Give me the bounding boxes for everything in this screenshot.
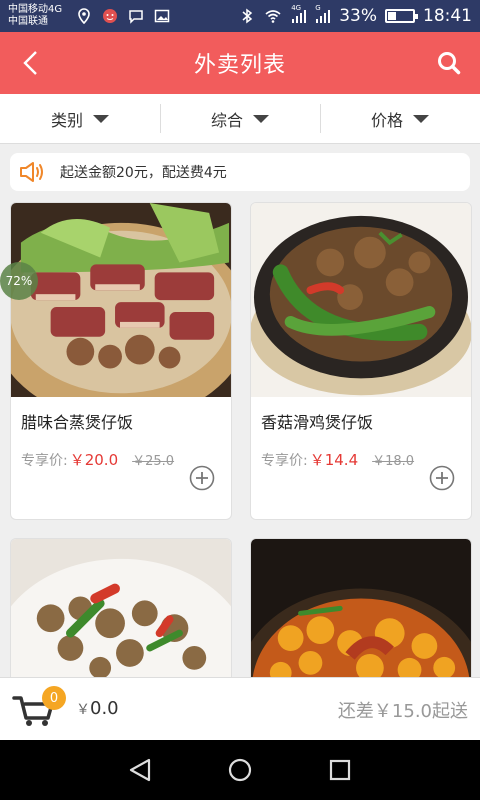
dish-image xyxy=(251,539,471,677)
battery-icon xyxy=(385,9,418,23)
filter-overall-label: 综合 xyxy=(210,110,243,130)
dish-grid: 腊味合蒸煲仔饭 专享价: ￥20.0 ￥25.0 香菇滑鸡煲仔饭 专享价: ￥1… xyxy=(0,200,480,677)
home-circle-icon[interactable] xyxy=(227,757,253,783)
delivery-notice: 起送金额20元，配送费4元 xyxy=(10,153,470,191)
speaker-icon xyxy=(20,162,43,182)
cart-bar: 0 ￥0.0 还差￥15.0起送 xyxy=(0,677,480,740)
currency-symbol: ￥ xyxy=(76,702,90,718)
progress-text: 72% xyxy=(5,274,33,288)
app-header: 外卖列表 xyxy=(0,32,480,94)
carrier-primary: 中国移动4G xyxy=(8,4,63,15)
dish-price: ￥14.4 xyxy=(309,451,359,469)
search-button[interactable] xyxy=(432,46,466,80)
location-icon xyxy=(78,8,90,24)
carrier-secondary: 中国联通 xyxy=(8,16,48,27)
add-to-cart-button[interactable] xyxy=(189,465,215,491)
notice-text: 起送金额20元，配送费4元 xyxy=(60,165,227,181)
battery-percent: 33% xyxy=(339,6,377,26)
dropdown-arrow-icon xyxy=(413,114,429,123)
recents-square-icon[interactable] xyxy=(327,757,353,783)
back-button[interactable] xyxy=(14,46,48,80)
back-triangle-icon[interactable] xyxy=(127,757,153,783)
search-icon xyxy=(438,52,461,75)
add-to-cart-button[interactable] xyxy=(429,465,455,491)
network-type-label-2: G xyxy=(315,4,321,12)
cart-total: ￥0.0 xyxy=(76,698,119,719)
dish-image xyxy=(251,203,471,399)
status-bar: 中国移动4G 中国联通 4G G 33% 18:41 xyxy=(0,0,480,32)
dropdown-arrow-icon xyxy=(93,114,109,123)
min-order-remaining[interactable]: 还差￥15.0起送 xyxy=(338,697,468,723)
app-notification-icon xyxy=(103,9,117,23)
dish-name: 腊味合蒸煲仔饭 xyxy=(21,413,134,432)
dish-original-price: ￥18.0 xyxy=(372,454,415,469)
price-label: 专享价: xyxy=(21,453,68,469)
clock: 18:41 xyxy=(423,6,472,26)
cart-total-value: 0.0 xyxy=(90,698,119,719)
dish-original-price: ￥25.0 xyxy=(132,454,175,469)
dish-card[interactable] xyxy=(250,538,472,677)
image-icon xyxy=(154,9,170,23)
filter-price-label: 价格 xyxy=(370,110,403,130)
price-label: 专享价: xyxy=(261,453,308,469)
wifi-icon xyxy=(265,10,281,23)
filter-category-label: 类别 xyxy=(50,110,83,130)
bluetooth-icon xyxy=(242,8,253,24)
dish-card[interactable]: 香菇滑鸡煲仔饭 专享价: ￥14.4 ￥18.0 xyxy=(250,202,472,520)
message-icon xyxy=(129,10,143,24)
dropdown-arrow-icon xyxy=(253,114,269,123)
filter-bar: 类别 综合 价格 xyxy=(0,94,480,144)
filter-overall[interactable]: 综合 xyxy=(160,94,320,143)
dish-price: ￥20.0 xyxy=(69,451,119,469)
floating-progress-badge[interactable]: 72% xyxy=(0,262,38,300)
network-type-label: 4G xyxy=(291,4,302,12)
filter-category[interactable]: 类别 xyxy=(0,94,160,143)
chevron-left-icon xyxy=(23,51,37,75)
system-nav-bar xyxy=(0,740,480,800)
page-title: 外卖列表 xyxy=(193,53,286,78)
carrier-info: 中国移动4G 中国联通 xyxy=(8,4,70,28)
cart-count-badge: 0 xyxy=(42,686,66,710)
dish-image xyxy=(11,203,231,399)
dish-card[interactable]: 腊味合蒸煲仔饭 专享价: ￥20.0 ￥25.0 xyxy=(10,202,232,520)
dish-card[interactable] xyxy=(10,538,232,677)
dish-image xyxy=(11,539,231,677)
filter-price[interactable]: 价格 xyxy=(320,94,480,143)
dish-name: 香菇滑鸡煲仔饭 xyxy=(261,413,374,432)
